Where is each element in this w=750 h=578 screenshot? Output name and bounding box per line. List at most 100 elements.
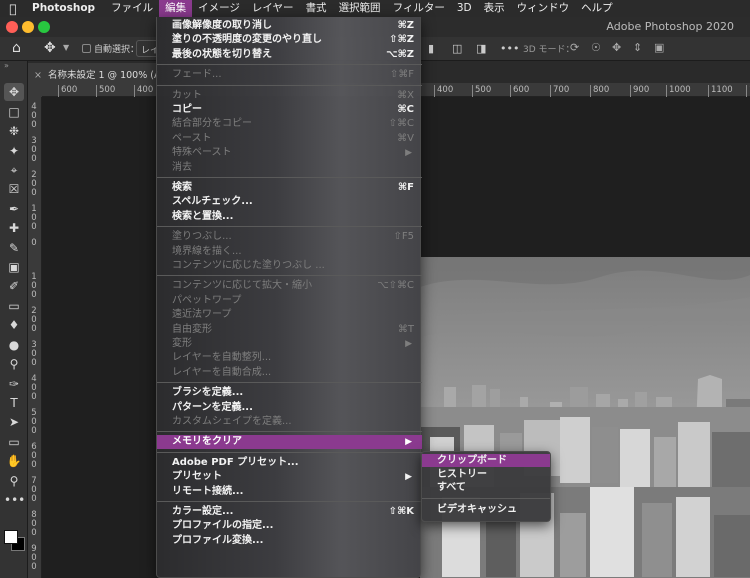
menu-item-label: カスタムシェイプを定義... (172, 416, 292, 427)
document-tab[interactable]: × 名称未設定 1 @ 100% (Ad (28, 63, 158, 83)
purge-submenu-item[interactable]: ヒストリー (422, 468, 550, 481)
close-window-button[interactable] (6, 21, 18, 33)
edit-menu-item[interactable]: 検索 ⌘F (157, 181, 422, 195)
rectangle-tool-icon[interactable]: ▭ (4, 433, 24, 451)
menubar-item[interactable]: 選択範囲 (333, 0, 387, 17)
dodge-tool-icon[interactable]: ⚲ (4, 355, 24, 373)
blur-tool-icon[interactable]: ● (4, 336, 24, 354)
auto-select-checkbox[interactable] (82, 44, 91, 53)
menubar-item[interactable]: 編集 (159, 0, 193, 17)
frame-tool-icon[interactable]: ☒ (4, 180, 24, 198)
zoom-tool-icon[interactable]: ⚲ (4, 472, 24, 490)
menubar-item[interactable]: Photoshop (26, 0, 105, 17)
menubar-item[interactable]: フィルター (387, 0, 451, 17)
edit-menu-item: コンテンツに応じて拡大・縮小 ⌥⇧⌘C (157, 279, 422, 293)
edit-menu-item[interactable]: 検索と置換... (157, 210, 422, 224)
menu-item-label: コンテンツに応じて拡大・縮小 (172, 280, 312, 292)
purge-submenu-item[interactable]: ビデオキャッシュ (422, 503, 550, 516)
move-tool-icon[interactable]: ✥ (4, 83, 24, 101)
edit-menu-item[interactable]: スペルチェック... (157, 195, 422, 209)
edit-menu-item: レイヤーを自動整列... (157, 351, 422, 365)
ruler-tick-label: 4 0 0 (31, 374, 37, 402)
edit-menu-item[interactable]: 画像解像度の取り消し ⌘Z (157, 19, 422, 33)
more-tools-icon[interactable]: ••• (4, 491, 25, 509)
collapse-panel-icon[interactable]: » (4, 61, 9, 70)
marquee-tool-icon[interactable]: □ (4, 103, 24, 121)
apple-icon[interactable]:  (0, 2, 26, 16)
purge-submenu-item[interactable]: クリップボード (422, 454, 550, 467)
eraser-tool-icon[interactable]: ▭ (4, 297, 24, 315)
distribute-icon[interactable]: ◫ (452, 42, 462, 55)
menubar-item[interactable]: 書式 (300, 0, 333, 17)
minimize-window-button[interactable] (22, 21, 34, 33)
history-brush-tool-icon[interactable]: ✐ (4, 277, 24, 295)
menubar-item[interactable]: ヘルプ (575, 0, 619, 17)
tools-panel: » ✥ □ ❉ ✦ ⌖ ☒ ✒ ✚ ✎ ▣ ✐ ▭ ♦ ● ⚲ ✑ T ➤ ▭ … (0, 61, 28, 578)
lasso-tool-icon[interactable]: ❉ (4, 122, 24, 140)
menu-item-label: 境界線を描く... (172, 245, 242, 257)
submenu-arrow-icon: ▶ (405, 437, 412, 448)
vertical-ruler[interactable]: 4 0 0 3 0 0 2 0 0 1 0 0 0 1 0 0 2 0 0 3 0 0 4 0 … (28, 97, 42, 578)
menubar-item[interactable]: ウィンドウ (511, 0, 576, 17)
menubar-item[interactable]: 表示 (478, 0, 511, 17)
foreground-color-swatch[interactable] (4, 530, 18, 544)
3d-roll-icon[interactable]: ☉ (591, 41, 601, 54)
menu-separator (157, 382, 422, 384)
edit-menu-item[interactable]: メモリをクリア ▶ (157, 435, 422, 450)
close-tab-icon[interactable]: × (34, 70, 42, 81)
edit-menu-item: カスタムシェイプを定義... (157, 415, 422, 429)
move-tool-icon[interactable]: ✥ (44, 40, 56, 56)
path-selection-tool-icon[interactable]: ➤ (4, 413, 24, 431)
edit-menu-item[interactable]: プロファイルの指定... (157, 519, 422, 533)
edit-menu-item[interactable]: パターンを定義... (157, 401, 422, 415)
menu-item-label: コピー (172, 104, 202, 115)
type-tool-icon[interactable]: T (4, 394, 24, 412)
edit-menu-item: 結合部分をコピー ⇧⌘C (157, 117, 422, 131)
3d-slide-icon[interactable]: ⇕ (633, 41, 642, 54)
paint-bucket-tool-icon[interactable]: ♦ (4, 316, 24, 334)
3d-rotate-icon[interactable]: ⟳ (570, 41, 579, 54)
crop-tool-icon[interactable]: ⌖ (4, 161, 24, 179)
magic-wand-tool-icon[interactable]: ✦ (4, 142, 24, 160)
clone-stamp-tool-icon[interactable]: ▣ (4, 258, 24, 276)
ruler-tick-label: 500 (96, 85, 115, 97)
edit-menu-item[interactable]: 塗りの不透明度の変更のやり直し ⇧⌘Z (157, 33, 422, 47)
3d-scale-icon[interactable]: ▣ (654, 41, 664, 54)
chevron-down-icon[interactable]: ▼ (63, 43, 69, 52)
edit-menu-item[interactable]: Adobe PDF プリセット... (157, 456, 422, 470)
edit-menu-item[interactable]: カラー設定... ⇧⌘K (157, 505, 422, 519)
menubar-item[interactable]: 3D (451, 0, 478, 17)
ruler-origin[interactable] (28, 83, 42, 97)
healing-brush-tool-icon[interactable]: ✚ (4, 219, 24, 237)
menu-separator (157, 226, 422, 228)
align-bottom-icon[interactable]: ▮ (428, 42, 434, 55)
home-icon[interactable]: ⌂ (12, 40, 21, 56)
edit-menu-item: 塗りつぶし... ⇧F5 (157, 230, 422, 244)
ruler-tick-label: 400 (434, 85, 453, 97)
menu-item-shortcut: ⌘T (397, 323, 414, 335)
more-options-icon[interactable]: ••• (500, 42, 519, 55)
menu-item-label: ブラシを定義... (172, 387, 244, 399)
menu-item-shortcut: ⇧⌘Z (389, 34, 414, 46)
edit-menu-item[interactable]: プロファイル変換... (157, 534, 422, 548)
3d-drag-icon[interactable]: ✥ (612, 41, 621, 54)
menubar-item[interactable]: ファイル (105, 0, 159, 17)
align-vertical-icon[interactable]: ◨ (476, 42, 486, 55)
menu-item-label: ヒストリー (437, 468, 487, 480)
zoom-window-button[interactable] (38, 21, 50, 33)
brush-tool-icon[interactable]: ✎ (4, 239, 24, 257)
edit-menu-item[interactable]: コピー ⌘C (157, 103, 422, 117)
edit-menu-item[interactable]: 最後の状態を切り替え ⌥⌘Z (157, 48, 422, 62)
hand-tool-icon[interactable]: ✋ (4, 452, 24, 470)
pen-tool-icon[interactable]: ✑ (4, 375, 24, 393)
menubar-item[interactable]: イメージ (192, 0, 246, 17)
edit-menu-item[interactable]: プリセット ▶ (157, 470, 422, 484)
purge-submenu-item[interactable]: すべて (422, 481, 550, 494)
edit-menu-item[interactable]: リモート接続... (157, 485, 422, 499)
edit-menu-item[interactable]: ブラシを定義... (157, 386, 422, 400)
menu-item-label: 塗りの不透明度の変更のやり直し (172, 34, 322, 46)
3d-mode-label: 3D モード： (523, 45, 575, 55)
menubar-item[interactable]: レイヤー (246, 0, 300, 17)
eyedropper-tool-icon[interactable]: ✒ (4, 200, 24, 218)
ruler-tick-label: 4 0 0 (31, 102, 37, 130)
